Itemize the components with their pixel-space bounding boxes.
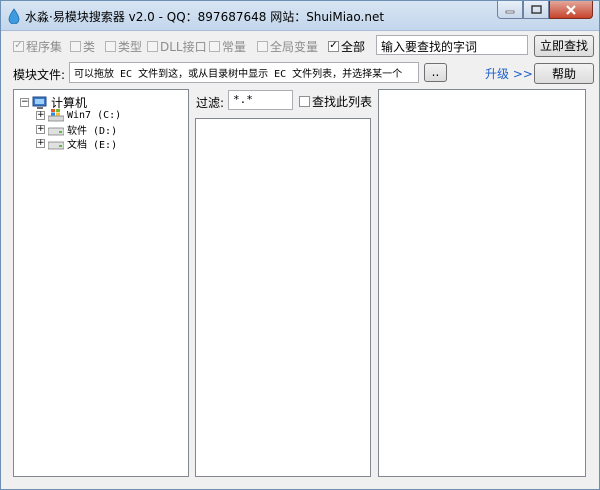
expand-toggle[interactable]: + bbox=[36, 139, 45, 148]
maximize-button[interactable] bbox=[523, 1, 549, 19]
maximize-icon bbox=[530, 5, 542, 14]
option-all-checkbox[interactable]: ✓ 全部 bbox=[328, 38, 365, 54]
filter-input[interactable]: *.* bbox=[228, 90, 293, 110]
results-panel[interactable] bbox=[378, 89, 586, 477]
upgrade-link[interactable]: 升级 >> bbox=[485, 65, 533, 82]
drive-icon bbox=[48, 127, 64, 135]
tree-drive-c[interactable]: + Win7 (C:) bbox=[36, 108, 121, 122]
option-label: 全部 bbox=[341, 39, 366, 54]
option-class-checkbox[interactable]: 类 bbox=[70, 38, 95, 54]
checkbox-label: 查找此列表 bbox=[312, 94, 373, 109]
option-global-var-checkbox[interactable]: 全局变量 bbox=[257, 38, 318, 54]
search-input[interactable]: 输入要查找的字词 bbox=[376, 35, 528, 55]
option-type-checkbox[interactable]: 类型 bbox=[105, 38, 142, 54]
option-label: 类 bbox=[83, 39, 96, 54]
checkbox-box bbox=[70, 40, 81, 52]
checkbox-box: ✓ bbox=[13, 40, 24, 52]
file-list[interactable] bbox=[195, 118, 371, 477]
minimize-icon bbox=[505, 10, 515, 13]
option-label: 程序集 bbox=[26, 39, 63, 54]
search-this-list-checkbox[interactable]: 查找此列表 bbox=[299, 93, 372, 109]
expand-toggle[interactable]: + bbox=[36, 110, 45, 120]
option-label: 全局变量 bbox=[270, 39, 319, 54]
option-label: DLL接口 bbox=[160, 39, 207, 54]
close-button[interactable] bbox=[549, 1, 593, 19]
checkbox-box bbox=[209, 40, 220, 52]
checkbox-box bbox=[105, 40, 116, 52]
option-label: 常量 bbox=[222, 39, 247, 54]
water-drop-icon bbox=[8, 8, 20, 24]
expand-toggle[interactable]: + bbox=[36, 125, 45, 134]
drive-icon bbox=[48, 141, 64, 149]
collapse-toggle[interactable]: − bbox=[20, 98, 29, 107]
option-dll-checkbox[interactable]: DLL接口 bbox=[147, 38, 207, 54]
windows-drive-icon bbox=[48, 109, 64, 122]
tree-drive-e[interactable]: + 文档 (E:) bbox=[36, 136, 117, 151]
checkbox-box bbox=[299, 95, 310, 107]
checkbox-box bbox=[147, 40, 158, 52]
window-title: 水淼·易模块搜索器 v2.0 - QQ：897687648 网站：ShuiMia… bbox=[25, 10, 385, 24]
window-controls bbox=[497, 1, 593, 21]
main-window: 水淼·易模块搜索器 v2.0 - QQ：897687648 网站：ShuiMia… bbox=[0, 0, 600, 490]
module-file-label: 模块文件: bbox=[13, 68, 66, 82]
tree-label: 文档 (E:) bbox=[67, 140, 118, 151]
tree-label: 软件 (D:) bbox=[67, 126, 118, 137]
checkbox-box bbox=[257, 40, 268, 52]
option-label: 类型 bbox=[118, 39, 143, 54]
close-icon bbox=[566, 4, 576, 15]
search-button[interactable]: 立即查找 bbox=[534, 35, 594, 57]
option-constant-checkbox[interactable]: 常量 bbox=[209, 38, 246, 54]
filter-label: 过滤: bbox=[196, 96, 225, 110]
title-bar[interactable]: 水淼·易模块搜索器 v2.0 - QQ：897687648 网站：ShuiMia… bbox=[1, 1, 599, 31]
checkbox-box: ✓ bbox=[328, 40, 339, 52]
option-assembly-checkbox[interactable]: ✓ 程序集 bbox=[13, 38, 62, 54]
help-button[interactable]: 帮助 bbox=[534, 63, 594, 84]
minimize-button[interactable] bbox=[497, 1, 523, 19]
browse-button[interactable]: .. bbox=[424, 63, 447, 82]
tree-label: Win7 (C:) bbox=[67, 109, 122, 121]
tree-drive-d[interactable]: + 软件 (D:) bbox=[36, 122, 117, 137]
module-path-input[interactable]: 可以拖放 EC 文件到这，或从目录树中显示 EC 文件列表，并选择某一个 bbox=[69, 62, 419, 83]
directory-tree[interactable]: − 计算机 + Win7 (C:) + 软件 (D:) + 文档 (E:) bbox=[13, 89, 189, 477]
